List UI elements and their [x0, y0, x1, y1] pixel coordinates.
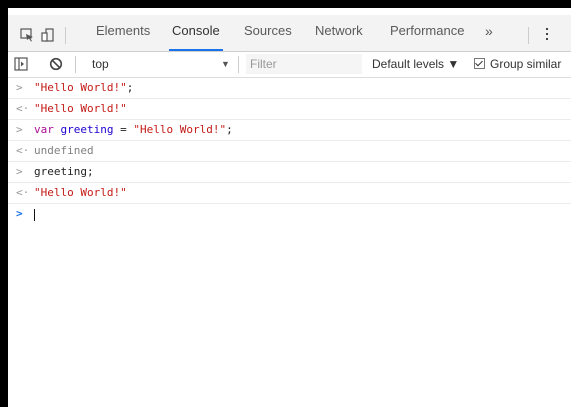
console-messages: > "Hello World!"; <· "Hello World!" > var gre… — [8, 78, 571, 224]
code-token: undefined — [34, 144, 94, 157]
code-token: ; — [226, 123, 233, 136]
toolbar-divider — [528, 27, 529, 44]
console-message-text[interactable]: var greeting = "Hello World!"; — [34, 120, 233, 140]
device-toolbar-icon[interactable] — [41, 28, 55, 42]
tab-elements[interactable]: Elements — [95, 15, 151, 51]
code-token: "Hello World!" — [133, 123, 227, 136]
code-token: "Hello World!" — [34, 186, 127, 199]
code-token: "Hello World!" — [34, 102, 127, 115]
code-token: "Hello World!" — [34, 81, 127, 94]
console-input-row: > "Hello World!"; — [8, 78, 571, 99]
console-message-text[interactable]: "Hello World!"; — [34, 78, 133, 98]
code-token: var — [34, 123, 61, 136]
group-similar-checkbox[interactable] — [474, 58, 485, 69]
console-message-text[interactable]: "Hello World!" — [34, 183, 127, 203]
toolbar-divider — [238, 56, 239, 73]
tab-sources[interactable]: Sources — [243, 15, 293, 51]
result-arrow-icon: <· — [16, 102, 30, 115]
tab-console[interactable]: Console — [169, 15, 223, 51]
console-input-row: > var greeting = "Hello World!"; — [8, 120, 571, 141]
console-toolbar: top ▼ Filter Default levels ▼ Group simi… — [8, 52, 571, 78]
console-output-row: <· "Hello World!" — [8, 99, 571, 120]
console-output-row: <· undefined — [8, 141, 571, 162]
result-arrow-icon: <· — [16, 186, 30, 199]
console-message-text[interactable]: undefined — [34, 141, 94, 161]
result-arrow-icon: <· — [16, 144, 30, 157]
console-input-row: > greeting; — [8, 162, 571, 183]
context-dropdown-icon[interactable]: ▼ — [221, 52, 230, 77]
inspect-element-icon[interactable] — [20, 28, 34, 42]
devtools-window: Elements Console Sources Network Perform… — [8, 8, 571, 407]
clear-console-icon[interactable] — [49, 57, 63, 71]
input-chevron-icon: > — [16, 165, 23, 178]
input-chevron-icon: > — [16, 123, 23, 136]
code-token: greeting — [60, 123, 114, 136]
toolbar-divider — [75, 56, 76, 73]
code-token: greeting; — [34, 165, 94, 178]
more-options-icon[interactable] — [546, 28, 549, 43]
console-message-text[interactable]: greeting; — [34, 162, 94, 182]
log-levels-dropdown[interactable]: Default levels ▼ — [372, 52, 459, 77]
group-similar-toggle[interactable]: Group similar — [474, 52, 561, 77]
code-token: = — [113, 123, 134, 136]
code-token: ; — [126, 81, 134, 94]
more-tabs-button[interactable]: » — [485, 15, 493, 51]
text-cursor — [34, 209, 35, 221]
tab-network[interactable]: Network — [314, 15, 364, 51]
console-message-text[interactable]: "Hello World!" — [34, 99, 127, 119]
tab-performance[interactable]: Performance — [389, 15, 465, 51]
input-chevron-icon: > — [16, 81, 23, 94]
devtools-tab-bar: Elements Console Sources Network Perform… — [8, 15, 571, 52]
context-selector[interactable]: top — [92, 52, 109, 77]
group-similar-label: Group similar — [490, 57, 562, 71]
prompt-chevron-icon: > — [16, 207, 23, 220]
toolbar-divider — [65, 27, 66, 44]
sidebar-toggle-icon[interactable] — [14, 57, 28, 71]
filter-input[interactable]: Filter — [246, 54, 362, 74]
console-prompt[interactable]: > — [8, 204, 571, 224]
console-output-row: <· "Hello World!" — [8, 183, 571, 204]
